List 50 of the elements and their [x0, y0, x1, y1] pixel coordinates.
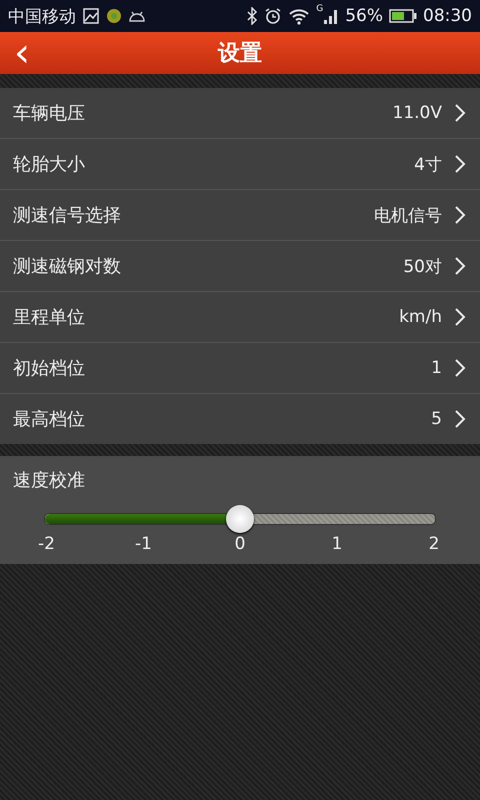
android-icon: [128, 9, 146, 23]
image-icon: [82, 7, 100, 25]
tick-label: 2: [428, 534, 440, 554]
settings-row[interactable]: 车辆电压 11.0V: [0, 88, 480, 139]
back-button[interactable]: ‹: [8, 32, 36, 74]
battery-icon: [389, 8, 417, 24]
setting-value: 50对: [403, 256, 442, 278]
settings-row[interactable]: 测速磁钢对数 50对: [0, 241, 480, 292]
network-type: G: [316, 4, 324, 14]
settings-row[interactable]: 轮胎大小 4寸: [0, 139, 480, 190]
settings-row[interactable]: 测速信号选择 电机信号: [0, 190, 480, 241]
setting-label: 初始档位: [13, 357, 86, 380]
tick-label: -1: [135, 534, 151, 554]
setting-label: 最高档位: [13, 408, 86, 431]
app-icon: [106, 8, 122, 24]
setting-value: 5: [431, 409, 442, 429]
settings-row[interactable]: 里程单位 km/h: [0, 292, 480, 343]
setting-label: 测速信号选择: [13, 204, 122, 227]
tick-label: 0: [234, 534, 246, 554]
setting-label: 轮胎大小: [13, 153, 86, 176]
setting-value: 电机信号: [374, 204, 442, 226]
setting-label: 里程单位: [13, 306, 86, 329]
setting-label: 车辆电压: [13, 102, 86, 125]
chevron-icon: [454, 359, 466, 377]
chevron-icon: [454, 155, 466, 173]
alarm-icon: [264, 7, 282, 25]
slider-thumb[interactable]: [226, 505, 254, 533]
setting-label: 测速磁钢对数: [13, 255, 122, 278]
setting-value: km/h: [399, 307, 442, 327]
settings-row[interactable]: 初始档位 1: [0, 343, 480, 394]
chevron-icon: [454, 257, 466, 275]
bluetooth-icon: [246, 7, 258, 25]
carrier-name: 中国移动: [8, 6, 76, 28]
tick-label: -2: [38, 534, 54, 554]
chevron-icon: [454, 410, 466, 428]
chevron-icon: [454, 104, 466, 122]
setting-value: 4寸: [414, 154, 442, 176]
calibration-label: 速度校准: [12, 469, 86, 492]
chevron-icon: [454, 308, 466, 326]
page-title: 设置: [218, 40, 262, 68]
setting-value: 1: [431, 358, 442, 378]
battery-percent: 56%: [345, 6, 383, 26]
clock: 08:30: [423, 6, 472, 26]
wifi-icon: [288, 7, 310, 25]
settings-row[interactable]: 最高档位 5: [0, 394, 480, 444]
chevron-icon: [454, 206, 466, 224]
speed-slider[interactable]: [44, 504, 436, 534]
tick-label: 1: [330, 534, 344, 554]
setting-value: 11.0V: [392, 103, 442, 123]
signal-icon: [323, 7, 340, 25]
